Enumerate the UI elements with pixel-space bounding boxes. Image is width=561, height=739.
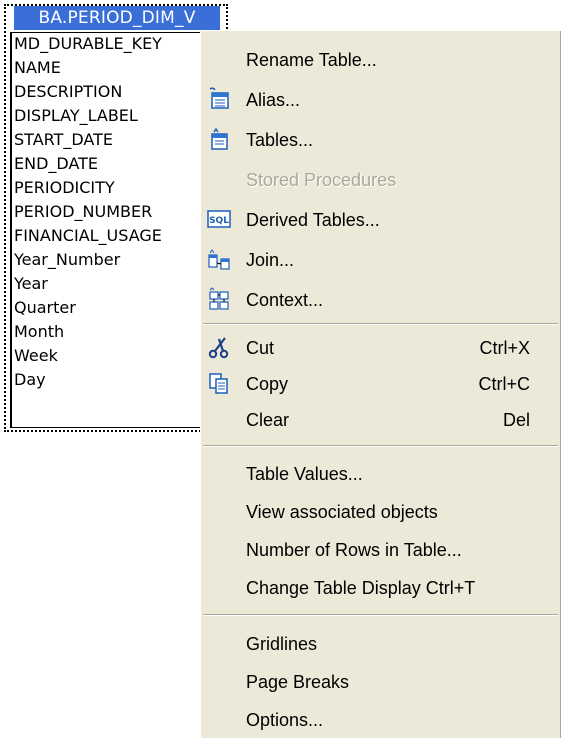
menu-item-label: Alias...	[246, 90, 301, 110]
menu-item-join[interactable]: Join...	[201, 241, 560, 279]
table-column-item[interactable]: Day	[14, 368, 46, 392]
table-column-item[interactable]: PERIODICITY	[14, 176, 115, 200]
table-column-item[interactable]: DISPLAY_LABEL	[14, 104, 138, 128]
menu-item-view-associated-objects[interactable]: View associated objects	[201, 493, 560, 531]
menu-item-stored-procedures: Stored Procedures	[201, 161, 560, 199]
menu-item-alias[interactable]: Alias...	[201, 81, 560, 119]
table-column-item[interactable]: PERIOD_NUMBER	[14, 200, 152, 224]
menu-item-label: Stored Procedures	[246, 170, 397, 190]
menu-item-label: Rename Table...	[246, 50, 377, 70]
table-column-item[interactable]: FINANCIAL_USAGE	[14, 224, 162, 248]
menu-item-label: Number of Rows in Table...	[246, 540, 462, 560]
svg-text:SQL: SQL	[209, 216, 229, 226]
menu-separator	[203, 445, 558, 447]
table-column-item[interactable]: Year_Number	[14, 248, 120, 272]
menu-item-page-breaks[interactable]: Page Breaks	[201, 663, 560, 701]
table-column-list: MD_DURABLE_KEY NAME DESCRIPTION DISPLAY_LAB…	[10, 32, 222, 428]
tables-icon	[207, 127, 231, 151]
menu-item-options[interactable]: Options...	[201, 701, 560, 739]
menu-item-number-of-rows[interactable]: Number of Rows in Table...	[201, 531, 560, 569]
context-menu: Rename Table... Alias... Tables... Store…	[200, 30, 561, 738]
menu-item-label: Cut	[246, 338, 275, 358]
menu-item-label: Context...	[246, 290, 324, 310]
copy-icon	[207, 371, 231, 395]
menu-item-shortcut: Ctrl+C	[478, 374, 530, 394]
menu-item-label: Gridlines	[246, 634, 318, 654]
join-icon	[207, 247, 231, 271]
menu-item-gridlines[interactable]: Gridlines	[201, 625, 560, 663]
table-column-item[interactable]: Week	[14, 344, 58, 368]
menu-item-clear[interactable]: Clear Del	[201, 401, 560, 439]
menu-item-derived-tables[interactable]: SQL Derived Tables...	[201, 201, 560, 239]
menu-item-label: Page Breaks	[246, 672, 350, 692]
menu-item-label: Options...	[246, 710, 324, 730]
menu-item-label: Clear	[246, 410, 290, 430]
menu-item-label: Join...	[246, 250, 295, 270]
menu-item-cut[interactable]: Cut Ctrl+X	[201, 329, 560, 367]
menu-item-shortcut: Ctrl+X	[479, 338, 530, 358]
scissors-icon	[207, 335, 231, 359]
table-column-item[interactable]: Quarter	[14, 296, 76, 320]
menu-separator	[203, 323, 558, 325]
menu-item-table-values[interactable]: Table Values...	[201, 455, 560, 493]
context-icon	[207, 287, 231, 311]
menu-item-shortcut: Del	[502, 410, 530, 430]
menu-separator	[203, 614, 558, 616]
menu-item-label: Table Values...	[246, 464, 363, 484]
menu-item-change-table-display[interactable]: Change Table Display Ctrl+T	[201, 569, 560, 607]
table-column-item[interactable]: END_DATE	[14, 152, 98, 176]
table-column-item[interactable]: NAME	[14, 56, 61, 80]
menu-item-copy[interactable]: Copy Ctrl+C	[201, 365, 560, 403]
table-column-item[interactable]: START_DATE	[14, 128, 113, 152]
menu-item-context[interactable]: Context...	[201, 281, 560, 319]
menu-item-label: Tables...	[246, 130, 314, 150]
sql-icon: SQL	[207, 207, 231, 231]
menu-item-label: Copy	[246, 374, 289, 394]
menu-item-tables[interactable]: Tables...	[201, 121, 560, 159]
menu-item-label: Change Table Display Ctrl+T	[246, 578, 476, 598]
alias-icon	[207, 87, 231, 111]
menu-item-label: View associated objects	[246, 502, 438, 522]
table-widget[interactable]: BA.PERIOD_DIM_V MD_DURABLE_KEY NAME DESCRI…	[4, 4, 228, 432]
table-column-item[interactable]: Year	[14, 272, 48, 296]
table-column-item[interactable]: MD_DURABLE_KEY	[14, 32, 162, 56]
menu-item-rename-table[interactable]: Rename Table...	[201, 41, 560, 79]
menu-item-label: Derived Tables...	[246, 210, 380, 230]
table-column-item[interactable]: Month	[14, 320, 64, 344]
table-title[interactable]: BA.PERIOD_DIM_V	[14, 6, 220, 30]
table-column-item[interactable]: DESCRIPTION	[14, 80, 122, 104]
